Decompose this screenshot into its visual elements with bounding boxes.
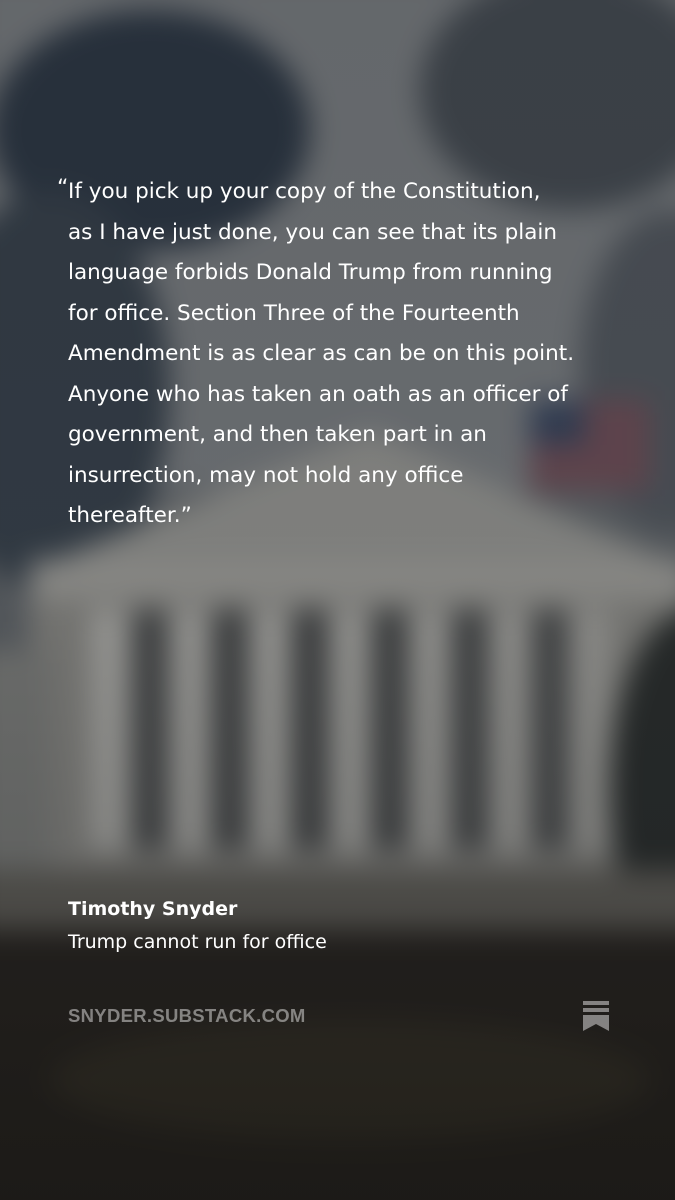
author-name: Timothy Snyder <box>68 898 238 920</box>
quote-text: If you pick up your copy of the Constitu… <box>68 179 575 528</box>
substack-bookmark-icon <box>583 1001 609 1031</box>
publication-domain: SNYDER.SUBSTACK.COM <box>68 1005 306 1026</box>
open-quote-mark: “ <box>57 176 69 201</box>
post-title: Trump cannot run for office <box>68 931 327 953</box>
